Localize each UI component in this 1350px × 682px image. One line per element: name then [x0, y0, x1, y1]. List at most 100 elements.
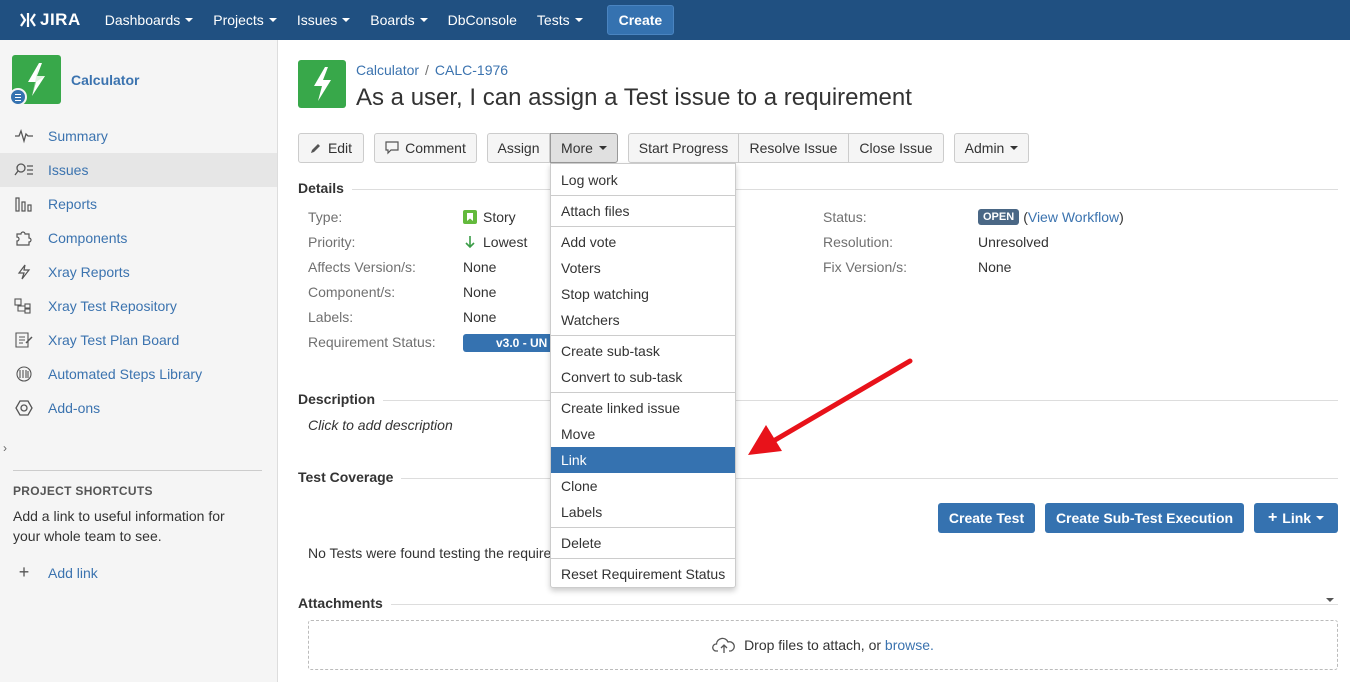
menu-item-create-sub-task[interactable]: Create sub-task: [551, 338, 735, 364]
nav-issues[interactable]: Issues: [287, 0, 360, 40]
view-workflow-link[interactable]: View Workflow: [1028, 209, 1119, 225]
browse-link[interactable]: browse.: [885, 637, 934, 653]
menu-item-stop-watching[interactable]: Stop watching: [551, 281, 735, 307]
sidebar-item-components[interactable]: Components: [0, 221, 277, 255]
nav-dbconsole-label: DbConsole: [447, 12, 517, 28]
components-value: None: [463, 284, 497, 300]
nav-dbconsole[interactable]: DbConsole: [438, 0, 527, 40]
menu-item-voters[interactable]: Voters: [551, 255, 735, 281]
status-label: Status:: [823, 209, 867, 225]
admin-button[interactable]: Admin: [954, 133, 1029, 163]
menu-item-attach-files[interactable]: Attach files: [551, 198, 735, 224]
menu-item-clone[interactable]: Clone: [551, 473, 735, 499]
comment-icon: [385, 141, 399, 155]
sidebar-item-xray-test-plan-board[interactable]: Xray Test Plan Board: [0, 323, 277, 357]
sidebar-item-label: Components: [48, 230, 128, 246]
details-heading[interactable]: Details: [298, 180, 352, 196]
menu-item-log-work[interactable]: Log work: [551, 167, 735, 193]
affects-version-label: Affects Version/s:: [308, 259, 416, 275]
nav-boards[interactable]: Boards: [360, 0, 437, 40]
no-tests-message: No Tests were found testing the require: [308, 545, 552, 561]
more-button[interactable]: More: [550, 133, 618, 163]
resolve-issue-button[interactable]: Resolve Issue: [738, 133, 849, 163]
menu-item-create-linked-issue[interactable]: Create linked issue: [551, 395, 735, 421]
project-header[interactable]: Calculator: [9, 55, 139, 106]
type-value: Story: [463, 209, 516, 225]
create-sub-test-execution-button[interactable]: Create Sub-Test Execution: [1045, 503, 1244, 533]
menu-separator: [551, 335, 735, 336]
create-test-button[interactable]: Create Test: [938, 503, 1035, 533]
type-text: Story: [483, 209, 516, 225]
create-button[interactable]: Create: [606, 5, 675, 35]
link-dropdown-button[interactable]: + Link: [1254, 503, 1338, 533]
sidebar-item-label: Add-ons: [48, 400, 101, 416]
story-icon: [463, 210, 477, 224]
attachment-dropzone[interactable]: Drop files to attach, or browse.: [308, 620, 1338, 670]
issue-project-avatar: [298, 60, 346, 108]
jira-logo-text: JIRA: [40, 10, 81, 29]
nav-dashboards[interactable]: Dashboards: [95, 0, 204, 40]
sidebar-item-xray-reports[interactable]: Xray Reports: [0, 255, 277, 289]
sidebar-divider: [13, 470, 262, 471]
jira-logo[interactable]: JIRA: [18, 10, 81, 30]
breadcrumb-issue-key[interactable]: CALC-1976: [435, 62, 508, 78]
menu-item-move[interactable]: Move: [551, 421, 735, 447]
nav-boards-label: Boards: [370, 12, 415, 28]
attachments-heading[interactable]: Attachments: [298, 595, 391, 611]
more-actions-menu: Log work Attach files Add vote Voters St…: [550, 163, 736, 588]
labels-label: Labels:: [308, 309, 354, 325]
comment-label: Comment: [405, 140, 466, 156]
sidebar-item-automated-steps-library[interactable]: Automated Steps Library: [0, 357, 277, 391]
sidebar-item-issues[interactable]: Issues: [0, 153, 277, 187]
close-issue-button[interactable]: Close Issue: [848, 133, 944, 163]
menu-item-link[interactable]: Link: [551, 447, 735, 473]
sidebar-item-label: Issues: [48, 162, 89, 178]
fix-version-value: None: [978, 259, 1012, 275]
nav-tests[interactable]: Tests: [527, 0, 593, 40]
menu-item-reset-requirement-status[interactable]: Reset Requirement Status: [551, 561, 735, 587]
menu-item-labels[interactable]: Labels: [551, 499, 735, 525]
chevron-down-icon: [185, 18, 194, 22]
start-progress-button[interactable]: Start Progress: [628, 133, 739, 163]
test-coverage-heading[interactable]: Test Coverage: [298, 469, 402, 485]
pencil-icon: [310, 144, 320, 153]
sidebar-item-label: Automated Steps Library: [48, 366, 203, 382]
requirement-status-label: Requirement Status:: [308, 334, 436, 350]
priority-value: Lowest: [463, 234, 527, 250]
sidebar-item-add-ons[interactable]: Add-ons: [0, 391, 277, 425]
sidebar-item-summary[interactable]: Summary: [0, 119, 277, 153]
puzzle-icon: [13, 229, 35, 247]
labels-value: None: [463, 309, 497, 325]
nav-projects[interactable]: Projects: [203, 0, 287, 40]
menu-item-delete[interactable]: Delete: [551, 530, 735, 556]
chevron-down-icon: [268, 18, 277, 22]
more-label: More: [561, 140, 593, 156]
status-lozenge: OPEN: [978, 209, 1020, 225]
chevron-down-icon: [342, 18, 351, 22]
comment-button[interactable]: Comment: [374, 133, 477, 163]
breadcrumb-project[interactable]: Calculator: [356, 62, 419, 78]
nav-dashboards-label: Dashboards: [104, 12, 181, 28]
menu-item-convert-to-sub-task[interactable]: Convert to sub-task: [551, 364, 735, 390]
sidebar-item-label: Xray Reports: [48, 264, 130, 280]
add-link-button[interactable]: + Add link: [13, 562, 98, 583]
chevron-right-icon[interactable]: ›: [3, 441, 7, 455]
assign-button[interactable]: Assign: [487, 133, 550, 163]
sidebar-item-label: Xray Test Plan Board: [48, 332, 180, 348]
menu-item-watchers[interactable]: Watchers: [551, 307, 735, 333]
menu-separator: [551, 527, 735, 528]
sidebar-item-xray-test-repository[interactable]: Xray Test Repository: [0, 289, 277, 323]
chevron-down-icon[interactable]: [1326, 598, 1334, 602]
attachments-divider: [298, 604, 1338, 605]
project-name[interactable]: Calculator: [71, 72, 139, 88]
description-heading[interactable]: Description: [298, 391, 384, 407]
menu-item-add-vote[interactable]: Add vote: [551, 229, 735, 255]
test-coverage-divider: [298, 478, 1338, 479]
resolution-label: Resolution:: [823, 234, 894, 250]
sidebar-item-reports[interactable]: Reports: [0, 187, 277, 221]
edit-button[interactable]: Edit: [298, 133, 364, 163]
issue-title[interactable]: As a user, I can assign a Test issue to …: [356, 84, 912, 112]
menu-separator: [551, 558, 735, 559]
description-placeholder[interactable]: Click to add description: [308, 417, 453, 433]
plus-icon: +: [18, 562, 30, 582]
